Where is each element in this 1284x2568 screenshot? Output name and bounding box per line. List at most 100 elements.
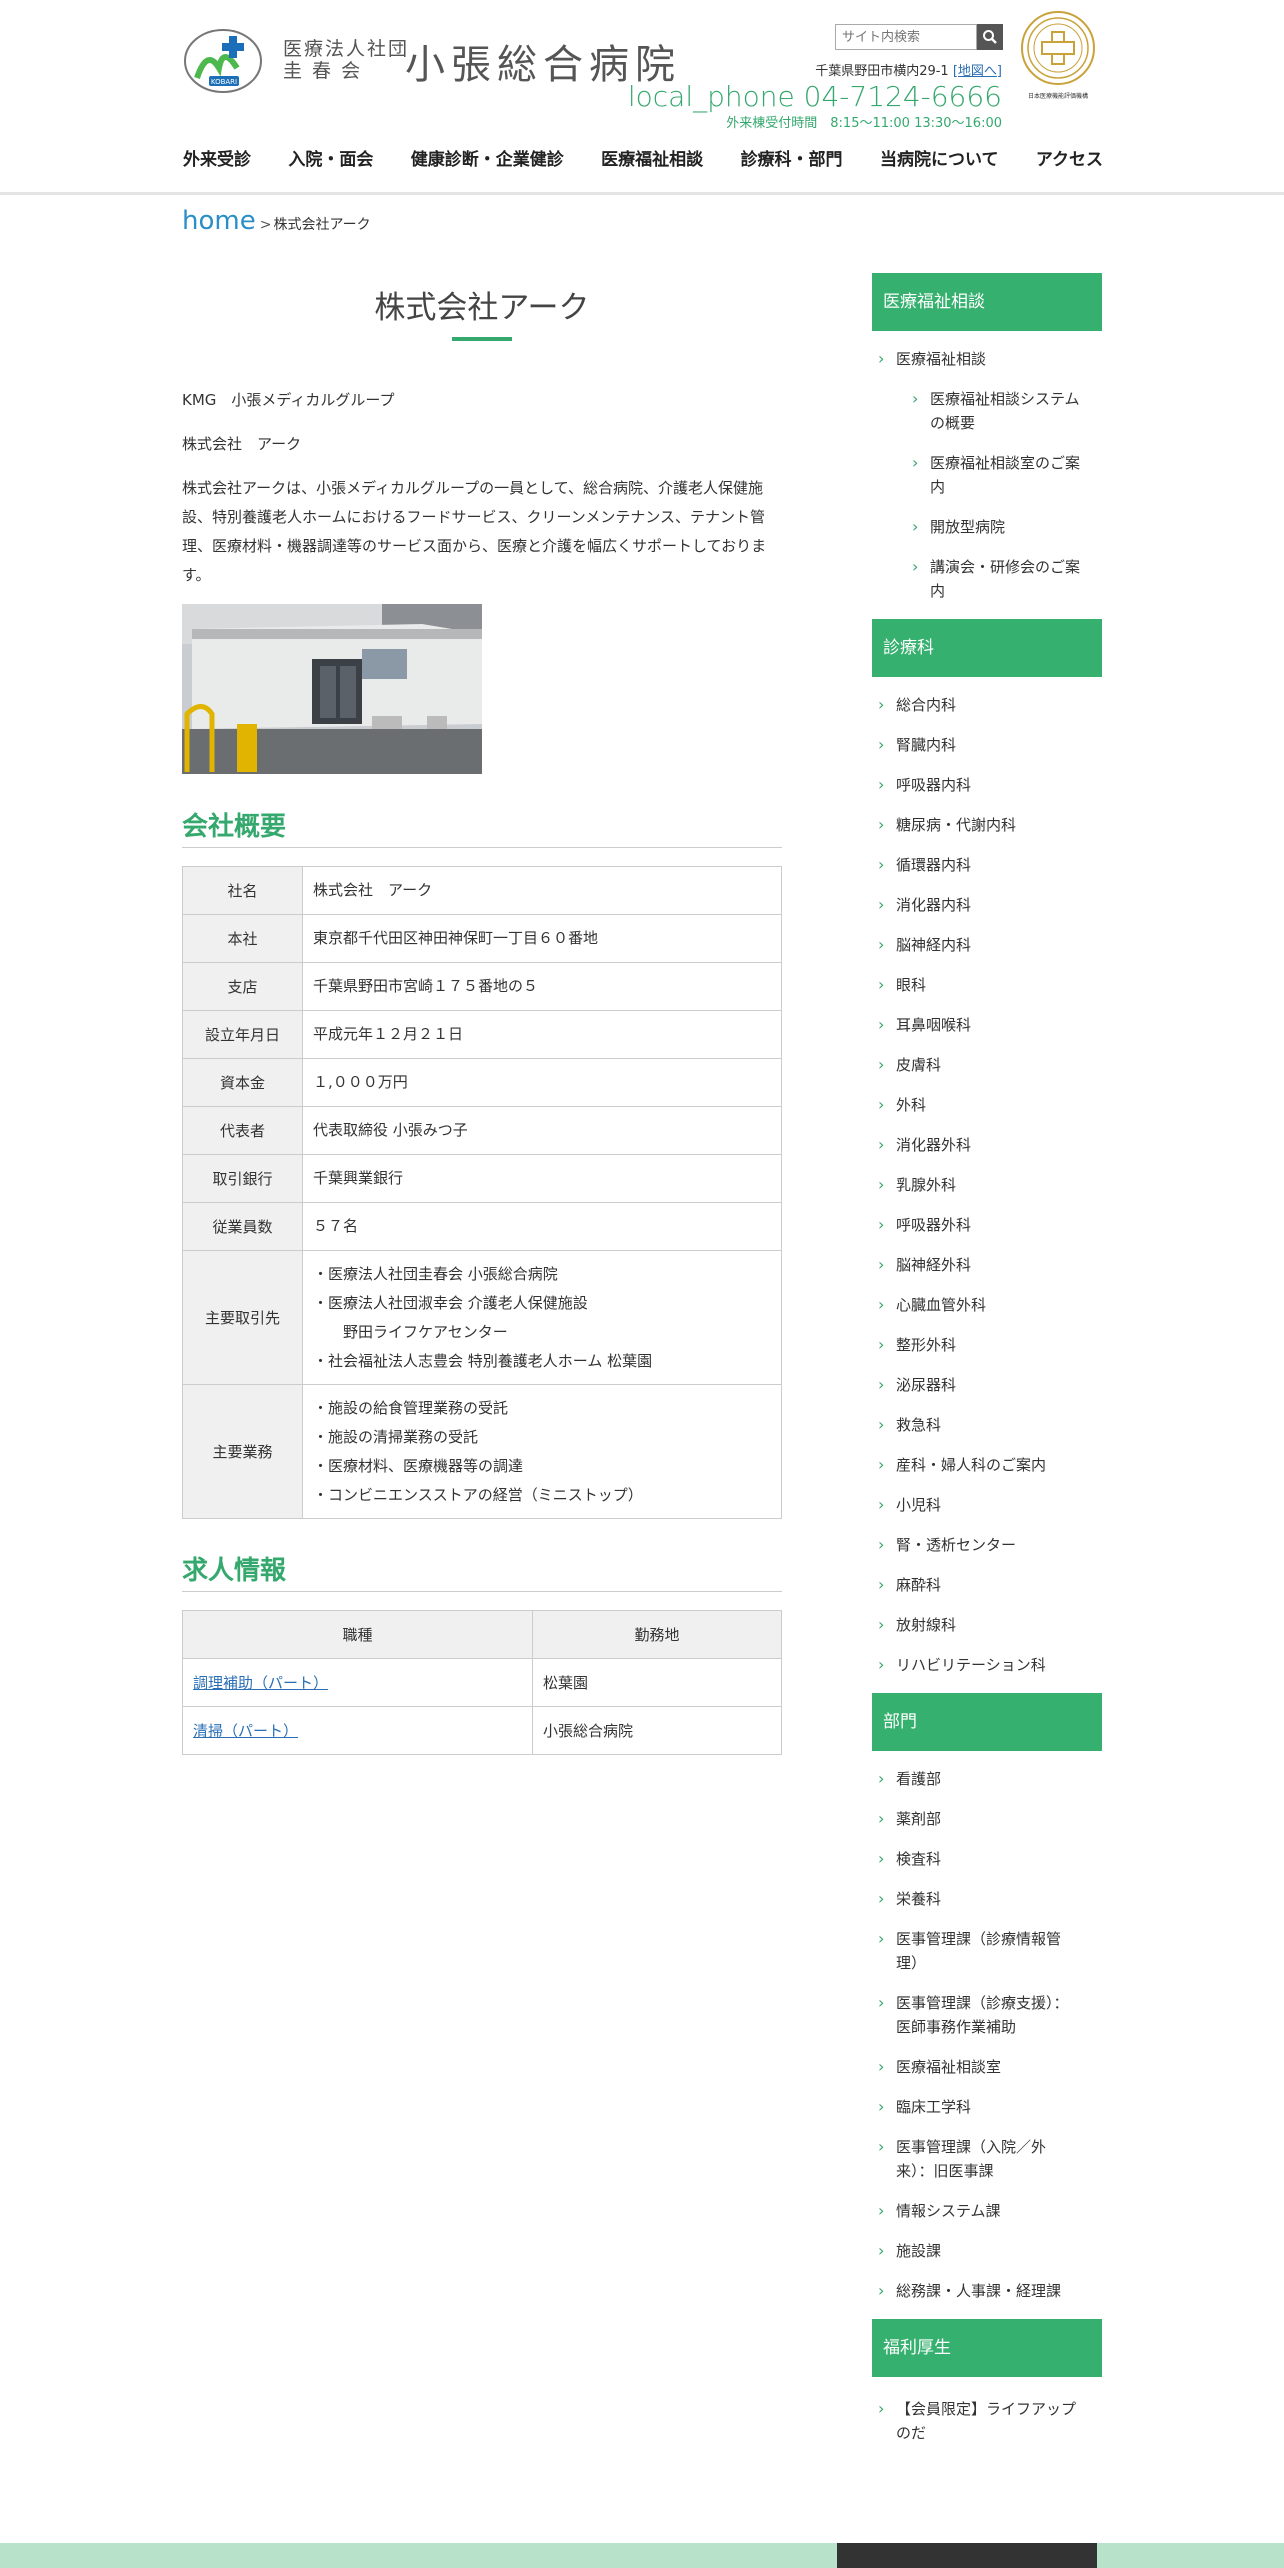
sidebar-item-department[interactable]: 糖尿病・代謝内科 [872, 813, 1102, 837]
sidebar-item-label: 医療福祉相談 [896, 350, 987, 368]
sidebar-item-label: 心臓血管外科 [896, 1296, 987, 1314]
breadcrumb-home[interactable]: home [182, 206, 256, 236]
sidebar-item-label: 総合内科 [896, 696, 957, 714]
sidebar-subitem-welfare[interactable]: 医療福祉相談システムの概要 [872, 387, 1102, 435]
sidebar-item-label: 呼吸器内科 [896, 776, 972, 794]
nav-departments[interactable]: 診療科・部門 [741, 145, 843, 170]
nav-health-checkup[interactable]: 健康診断・企業健診 [411, 145, 564, 170]
sidebar-item-label: 医事管理課（入院／外 [896, 2138, 1047, 2156]
row-value: 千葉県野田市宮崎１７５番地の５ [302, 962, 782, 1011]
nav-outpatient[interactable]: 外来受診 [183, 145, 251, 170]
sidebar-item-section[interactable]: 総務課・人事課・経理課 [872, 2279, 1102, 2303]
sidebar-heading-benefits[interactable]: 福利厚生 [872, 2319, 1102, 2377]
sidebar-item-label: 耳鼻咽喉科 [896, 1016, 972, 1034]
map-link[interactable]: [地図へ] [953, 64, 1002, 79]
sidebar-item-section[interactable]: 看護部 [872, 1767, 1102, 1791]
sidebar-item-benefit[interactable]: 【会員限定】ライフアップのだ [872, 2397, 1102, 2445]
sidebar-item-department[interactable]: 産科・婦人科のご案内 [872, 1453, 1102, 1477]
sidebar-item-section[interactable]: 栄養科 [872, 1887, 1102, 1911]
sidebar-item-department[interactable]: 心臓血管外科 [872, 1293, 1102, 1317]
row-label: 取引銀行 [182, 1154, 303, 1203]
sidebar-item-department[interactable]: 消化器内科 [872, 893, 1102, 917]
sidebar-item-department[interactable]: 乳腺外科 [872, 1173, 1102, 1197]
sidebar-item-department[interactable]: 耳鼻咽喉科 [872, 1013, 1102, 1037]
sidebar-item-section[interactable]: 施設課 [872, 2239, 1102, 2263]
job-link[interactable]: 清掃（パート） [193, 1722, 298, 1740]
sidebar-item-label: 泌尿器科 [896, 1376, 957, 1394]
global-nav: 外来受診 入院・面会 健康診断・企業健診 医療福祉相談 診療科・部門 当病院につ… [183, 145, 1103, 170]
col-header-location: 勤務地 [532, 1610, 782, 1659]
job-location: 小張総合病院 [532, 1706, 782, 1755]
sidebar-item-department[interactable]: 皮膚科 [872, 1053, 1102, 1077]
row-value: 代表取締役 小張みつ子 [302, 1106, 782, 1155]
sidebar-item-section[interactable]: 情報システム課 [872, 2199, 1102, 2223]
sidebar-heading-departments[interactable]: 診療科 [872, 619, 1102, 677]
sidebar-item-section[interactable]: 医事管理課（診療情報管理） [872, 1927, 1102, 1975]
nav-medical-welfare[interactable]: 医療福祉相談 [601, 145, 703, 170]
sidebar-item-section[interactable]: 医事管理課（入院／外来）：旧医事課 [872, 2135, 1102, 2183]
sidebar-item-department[interactable]: 泌尿器科 [872, 1373, 1102, 1397]
clients-list: ・医療法人社団圭春会 小張総合病院 ・医療法人社団淑幸会 介護老人保健施設 野田… [302, 1250, 782, 1385]
sidebar-item-label: 医事管理課（診療情報管 [896, 1930, 1062, 1948]
sidebar-item-department[interactable]: 呼吸器外科 [872, 1213, 1102, 1237]
sidebar-item-department[interactable]: 救急科 [872, 1413, 1102, 1437]
sidebar-item-department[interactable]: 放射線科 [872, 1613, 1102, 1637]
sidebar-item-department[interactable]: 脳神経内科 [872, 933, 1102, 957]
benefit-list: 【会員限定】ライフアップのだ [872, 2377, 1102, 2445]
sidebar-item-department[interactable]: 腎臓内科 [872, 733, 1102, 757]
sidebar-item-department[interactable]: 麻酔科 [872, 1573, 1102, 1597]
sidebar-item-label: 消化器外科 [896, 1136, 972, 1154]
sidebar-item-department[interactable]: 循環器内科 [872, 853, 1102, 877]
sidebar-heading-sections[interactable]: 部門 [872, 1693, 1102, 1751]
hospital-logo[interactable]: KOBARI [183, 28, 263, 94]
table-row: 本社 東京都千代田区神田神保町一丁目６０番地 [182, 914, 782, 963]
jobs-table: 職種 勤務地 調理補助（パート） 松葉園 清掃（パート） 小張総合病院 [182, 1610, 782, 1755]
sidebar-item-label: 検査科 [896, 1850, 942, 1868]
sidebar-subitem-welfare[interactable]: 医療福祉相談室のご案内 [872, 451, 1102, 499]
sidebar-subitem-welfare[interactable]: 講演会・研修会のご案内 [872, 555, 1102, 603]
sidebar-item-department[interactable]: 眼科 [872, 973, 1102, 997]
sidebar-item-department[interactable]: 消化器外科 [872, 1133, 1102, 1157]
nav-about[interactable]: 当病院について [880, 145, 999, 170]
sidebar-item-department[interactable]: 整形外科 [872, 1333, 1102, 1357]
svg-text:KOBARI: KOBARI [211, 78, 237, 86]
sidebar-item-section[interactable]: 薬剤部 [872, 1807, 1102, 1831]
table-row: 取引銀行 千葉興業銀行 [182, 1154, 782, 1203]
sidebar: 医療福祉相談 医療福祉相談医療福祉相談システムの概要医療福祉相談室のご案内開放型… [872, 273, 1102, 2461]
sidebar-item-label: 来）：旧医事課 [896, 2162, 994, 2180]
sidebar-item-department[interactable]: 外科 [872, 1093, 1102, 1117]
sidebar-item-section[interactable]: 医事管理課（診療支援）： 医師事務作業補助 [872, 1991, 1102, 2039]
job-location: 松葉園 [532, 1658, 782, 1707]
page-title: 株式会社アーク [374, 290, 590, 326]
jobs-title: 求人情報 [182, 1550, 782, 1592]
sidebar-item-label: 開放型病院 [930, 518, 1006, 536]
search-button[interactable] [977, 24, 1003, 50]
business-list: ・施設の給食管理業務の受託 ・施設の清掃業務の受託 ・医療材料、医療機器等の調達… [302, 1384, 782, 1519]
sidebar-item-label: 施設課 [896, 2242, 942, 2260]
sidebar-item-department[interactable]: リハビリテーション科 [872, 1653, 1102, 1677]
sidebar-heading-welfare[interactable]: 医療福祉相談 [872, 273, 1102, 331]
job-link[interactable]: 調理補助（パート） [193, 1674, 328, 1692]
business-item: ・施設の清掃業務の受託 [313, 1427, 479, 1446]
sidebar-subitem-welfare[interactable]: 開放型病院 [872, 515, 1102, 539]
sidebar-item-section[interactable]: 臨床工学科 [872, 2095, 1102, 2119]
sidebar-item-section[interactable]: 検査科 [872, 1847, 1102, 1871]
table-header-row: 職種 勤務地 [182, 1610, 782, 1659]
nav-access[interactable]: アクセス [1036, 145, 1103, 170]
org-name-line2: 圭 春 会 [283, 60, 363, 82]
address-text: 千葉県野田市横内29-1 [815, 64, 949, 79]
sidebar-item-label: 乳腺外科 [896, 1176, 957, 1194]
table-row: 清掃（パート） 小張総合病院 [182, 1706, 782, 1755]
nav-inpatient-visit[interactable]: 入院・面会 [288, 145, 373, 170]
sidebar-item-department[interactable]: 小児科 [872, 1493, 1102, 1517]
sidebar-item-section[interactable]: 医療福祉相談室 [872, 2055, 1102, 2079]
sidebar-item-department[interactable]: 腎・透析センター [872, 1533, 1102, 1557]
search-input[interactable] [835, 24, 977, 50]
sidebar-item-welfare[interactable]: 医療福祉相談 [872, 347, 1102, 371]
phone-number[interactable]: local_phone 04-7124-6666 [628, 80, 1002, 113]
site-search [835, 24, 1003, 50]
sidebar-item-department[interactable]: 総合内科 [872, 693, 1102, 717]
sidebar-item-department[interactable]: 呼吸器内科 [872, 773, 1102, 797]
sidebar-item-department[interactable]: 脳神経外科 [872, 1253, 1102, 1277]
intro-description: 株式会社アークは、小張メディカルグループの一員として、総合病院、介護老人保健施設… [182, 479, 767, 584]
